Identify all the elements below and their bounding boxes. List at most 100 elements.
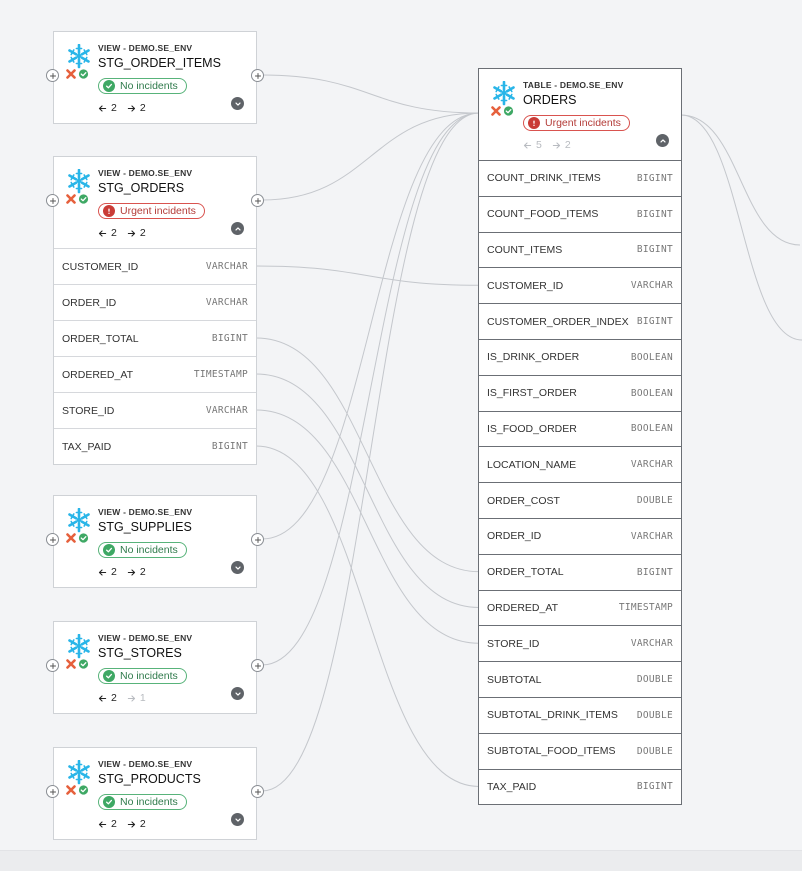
column-name: ORDERED_AT (487, 601, 558, 614)
expand-downstream-plus-icon[interactable] (251, 533, 264, 546)
column-row[interactable]: TAX_PAID BIGINT (54, 428, 256, 464)
arrow-left-icon (98, 694, 107, 703)
upstream-count-value: 2 (111, 566, 117, 578)
status-text: No incidents (120, 80, 178, 92)
expand-chevron-icon[interactable] (231, 687, 244, 700)
column-type: VARCHAR (205, 297, 248, 308)
column-type: BIGINT (636, 208, 673, 220)
status-badge[interactable]: No incidents (98, 78, 187, 94)
downstream-count-value: 1 (139, 692, 146, 704)
expand-downstream-plus-icon[interactable] (251, 785, 264, 798)
column-row[interactable]: SUBTOTAL DOUBLE (479, 661, 681, 697)
column-type: VARCHAR (630, 530, 673, 542)
column-row[interactable]: STORE_ID VARCHAR (479, 625, 681, 662)
arrow-left-icon (98, 568, 107, 577)
column-row[interactable]: CUSTOMER_ID VARCHAR (54, 248, 256, 284)
column-row[interactable]: STORE_ID VARCHAR (54, 392, 256, 428)
node-header[interactable]: VIEW - DEMO.SE_ENV STG_SUPPLIES No inciden… (46, 496, 264, 587)
column-row[interactable]: ORDER_ID VARCHAR (54, 284, 256, 320)
expand-downstream-plus-icon[interactable] (251, 69, 264, 82)
downstream-count[interactable]: 2 (127, 566, 146, 578)
column-row[interactable]: ORDER_TOTAL BIGINT (54, 320, 256, 356)
collapse-chevron-icon[interactable] (231, 222, 244, 235)
column-row[interactable]: IS_DRINK_ORDER BOOLEAN (479, 338, 681, 375)
snowflake-icon (66, 633, 92, 672)
downstream-count[interactable]: 1 (127, 692, 146, 704)
column-row[interactable]: SUBTOTAL_FOOD_ITEMS DOUBLE (479, 732, 681, 769)
view-node-stg_order_items[interactable]: VIEW - DEMO.SE_ENV STG_ORDER_ITEMS No inci… (46, 31, 264, 124)
snowflake-icon (66, 507, 92, 546)
lineage-counts: 22 (98, 566, 146, 578)
lineage-counts: 22 (98, 818, 146, 830)
upstream-count[interactable]: 2 (98, 227, 117, 239)
downstream-count-value: 2 (139, 566, 146, 578)
expand-downstream-plus-icon[interactable] (251, 659, 264, 672)
lineage-counts: 22 (98, 227, 146, 239)
column-type: VARCHAR (630, 280, 673, 292)
column-row[interactable]: TAX_PAID BIGINT (479, 768, 681, 805)
view-node-stg_products[interactable]: VIEW - DEMO.SE_ENV STG_PRODUCTS No inciden… (46, 747, 264, 840)
column-row[interactable]: ORDER_ID VARCHAR (479, 517, 681, 554)
column-row[interactable]: ORDER_COST DOUBLE (479, 482, 681, 518)
column-row[interactable]: LOCATION_NAME VARCHAR (479, 446, 681, 483)
upstream-count[interactable]: 2 (98, 102, 117, 114)
view-node-stg_orders[interactable]: VIEW - DEMO.SE_ENV STG_ORDERS Urgent incid… (46, 156, 264, 465)
expand-chevron-icon[interactable] (231, 561, 244, 574)
collapse-chevron-icon[interactable] (656, 134, 669, 147)
downstream-count[interactable]: 2 (127, 227, 146, 239)
node-kind-label: VIEW - DEMO.SE_ENV (98, 759, 193, 769)
status-badge[interactable]: Urgent incidents (523, 115, 630, 131)
upstream-count[interactable]: 2 (98, 692, 117, 704)
node-header[interactable]: VIEW - DEMO.SE_ENV STG_STORES No incidents… (46, 622, 264, 713)
expand-upstream-plus-icon[interactable] (46, 533, 59, 546)
column-row[interactable]: COUNT_DRINK_ITEMS BIGINT (479, 160, 681, 196)
downstream-count[interactable]: 2 (127, 818, 146, 830)
node-edge-stg_orders (261, 112, 480, 201)
column-row[interactable]: ORDERED_AT TIMESTAMP (479, 589, 681, 626)
view-node-stg_supplies[interactable]: VIEW - DEMO.SE_ENV STG_SUPPLIES No inciden… (46, 495, 264, 588)
column-row[interactable]: COUNT_ITEMS BIGINT (479, 231, 681, 268)
expand-upstream-plus-icon[interactable] (46, 659, 59, 672)
expand-chevron-icon[interactable] (231, 97, 244, 110)
upstream-count[interactable]: 2 (98, 818, 117, 830)
column-name: STORE_ID (487, 637, 540, 650)
upstream-count[interactable]: 5 (523, 139, 542, 151)
expand-chevron-icon[interactable] (231, 813, 244, 826)
node-header[interactable]: TABLE - DEMO.SE_ENV ORDERS Urgent incident… (479, 69, 681, 160)
node-header[interactable]: VIEW - DEMO.SE_ENV STG_ORDER_ITEMS No inci… (46, 32, 264, 123)
snowflake-icon (66, 759, 92, 798)
column-row[interactable]: CUSTOMER_ID VARCHAR (479, 267, 681, 304)
status-badge[interactable]: No incidents (98, 668, 187, 684)
status-badge[interactable]: Urgent incidents (98, 203, 205, 219)
column-row[interactable]: ORDER_TOTAL BIGINT (479, 553, 681, 590)
expand-upstream-plus-icon[interactable] (46, 69, 59, 82)
view-node-stg_stores[interactable]: VIEW - DEMO.SE_ENV STG_STORES No incidents… (46, 621, 264, 714)
downstream-count[interactable]: 2 (127, 102, 146, 114)
column-type: VARCHAR (205, 405, 248, 416)
column-name: ORDER_TOTAL (487, 566, 564, 579)
expand-upstream-plus-icon[interactable] (46, 194, 59, 207)
column-row[interactable]: SUBTOTAL_DRINK_ITEMS DOUBLE (479, 696, 681, 733)
column-name: SUBTOTAL_DRINK_ITEMS (487, 709, 618, 722)
downstream-count[interactable]: 2 (552, 139, 571, 151)
upstream-count[interactable]: 2 (98, 566, 117, 578)
expand-upstream-plus-icon[interactable] (46, 785, 59, 798)
node-header[interactable]: VIEW - DEMO.SE_ENV STG_ORDERS Urgent incid… (46, 157, 264, 248)
column-row[interactable]: IS_FIRST_ORDER BOOLEAN (479, 374, 681, 411)
column-name: SUBTOTAL (487, 673, 542, 686)
upstream-count-value: 2 (111, 227, 117, 239)
column-row[interactable]: IS_FOOD_ORDER BOOLEAN (479, 410, 681, 447)
expand-downstream-plus-icon[interactable] (251, 194, 264, 207)
node-header[interactable]: VIEW - DEMO.SE_ENV STG_PRODUCTS No inciden… (46, 748, 264, 839)
node-name: ORDERS (523, 93, 577, 107)
status-badge[interactable]: No incidents (98, 794, 187, 810)
column-row[interactable]: CUSTOMER_ORDER_INDEX BIGINT (479, 303, 681, 339)
column-row[interactable]: ORDERED_AT TIMESTAMP (54, 356, 256, 392)
column-row[interactable]: COUNT_FOOD_ITEMS BIGINT (479, 195, 681, 232)
column-name: TAX_PAID (62, 440, 112, 453)
arrow-left-icon (98, 820, 107, 829)
status-badge[interactable]: No incidents (98, 542, 187, 558)
table-node-orders[interactable]: TABLE - DEMO.SE_ENV ORDERS Urgent incident… (478, 68, 682, 806)
snowflake-icon (491, 80, 517, 119)
node-name: STG_ORDERS (98, 181, 185, 195)
